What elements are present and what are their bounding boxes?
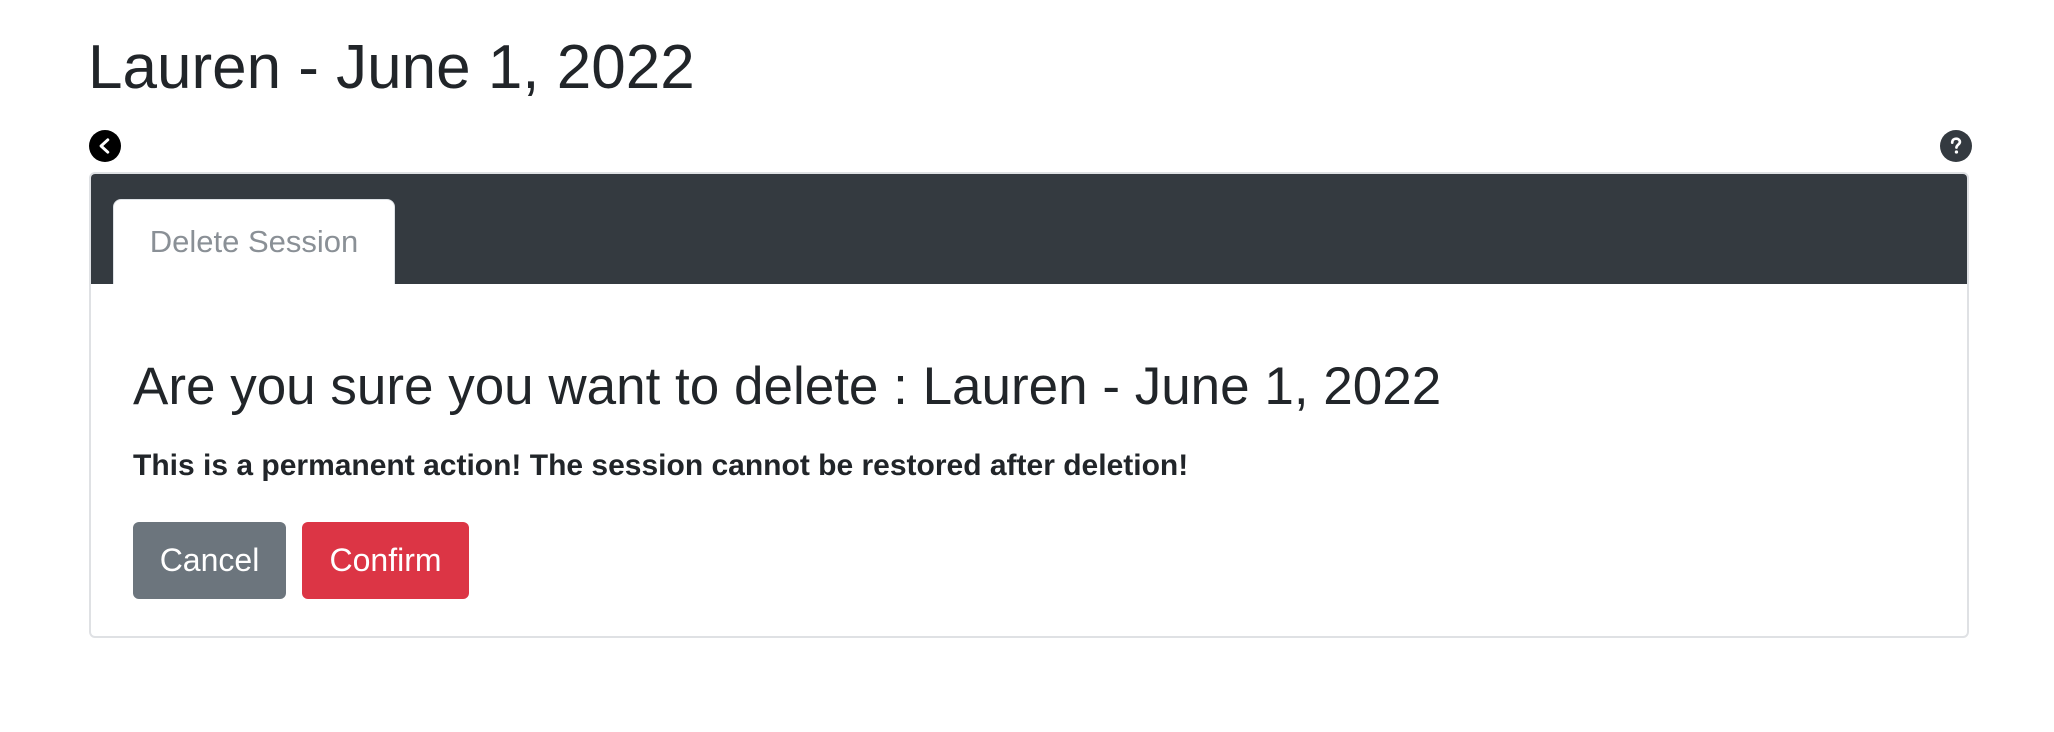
- tab-delete-session[interactable]: Delete Session: [113, 199, 395, 284]
- card-header-tabs: Delete Session: [91, 174, 1967, 284]
- permanent-action-warning: This is a permanent action! The session …: [133, 449, 1189, 482]
- delete-session-card: Delete Session Are you sure you want to …: [89, 172, 1969, 638]
- help-button[interactable]: [1940, 130, 1972, 162]
- page: Lauren - June 1, 2022 Delete Session Are…: [0, 0, 2054, 732]
- chevron-left-icon: [99, 138, 110, 154]
- delete-confirmation-heading: Are you sure you want to delete : Lauren…: [133, 357, 1442, 416]
- back-button[interactable]: [89, 130, 121, 162]
- page-title: Lauren - June 1, 2022: [88, 33, 695, 102]
- question-mark-icon: [1950, 137, 1962, 154]
- cancel-button[interactable]: Cancel: [133, 522, 286, 599]
- confirm-button[interactable]: Confirm: [302, 522, 469, 599]
